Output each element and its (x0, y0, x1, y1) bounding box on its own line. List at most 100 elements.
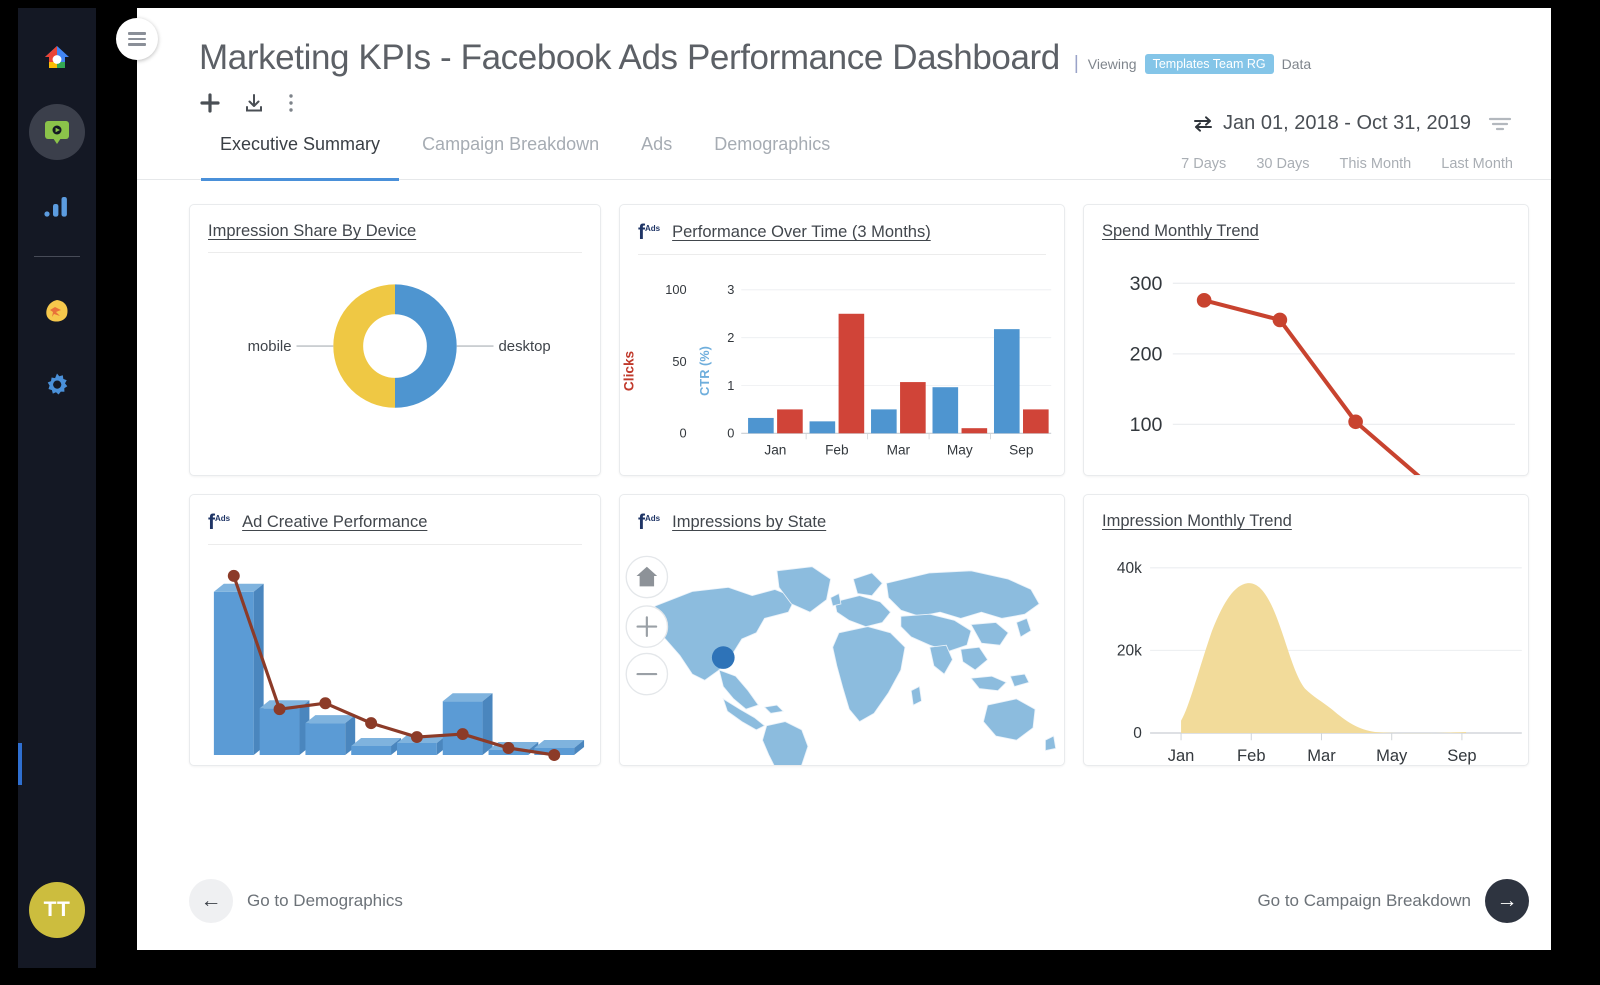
left-sidebar: TT (18, 8, 96, 968)
tab-ads[interactable]: Ads (620, 134, 693, 180)
svg-text:1: 1 (727, 378, 734, 393)
svg-text:50: 50 (672, 354, 686, 369)
card-title[interactable]: Impression Monthly Trend (1102, 512, 1292, 531)
ytick-40k: 40k (1117, 560, 1142, 577)
download-button[interactable] (243, 92, 265, 114)
bar-clicks-jan (777, 409, 803, 434)
card-title[interactable]: Performance Over Time (3 Months) (672, 223, 931, 242)
card-spend-monthly-trend: Spend Monthly Trend 300 200 100 0 (1083, 204, 1529, 476)
card-impression-share-by-device: Impression Share By Device mobile deskto… (189, 204, 601, 476)
axis-title-ctr: CTR (%) (697, 346, 712, 396)
xtick-may: May (947, 443, 973, 458)
preset-this-month[interactable]: This Month (1340, 156, 1412, 172)
go-to-demographics-button[interactable]: ← Go to Demographics (189, 879, 403, 923)
card-title[interactable]: Ad Creative Performance (242, 513, 427, 532)
home-icon (40, 41, 74, 75)
date-range-control: Jan 01, 2018 - Oct 31, 2019 (1192, 112, 1513, 135)
app-root: TT Marketing KPIs - Facebook Ads Perform… (0, 0, 1600, 985)
facebook-ads-icon: fAds (638, 511, 661, 534)
xtick-sep: Sep (1009, 443, 1034, 458)
sidebar-item-home[interactable] (29, 30, 85, 86)
header-actions (199, 92, 1551, 114)
facebook-ads-icon: fAds (638, 221, 661, 244)
tab-executive-summary[interactable]: Executive Summary (199, 134, 401, 181)
xtick-mar: Mar (1307, 746, 1336, 765)
card-performance-over-time: fAds Performance Over Time (3 Months) Cl… (619, 204, 1065, 476)
bar-4 (351, 738, 401, 756)
quick-date-presets: 7 Days 30 Days This Month Last Month (1181, 156, 1513, 172)
main-panel: Marketing KPIs - Facebook Ads Performanc… (137, 8, 1551, 950)
tab-campaign-breakdown[interactable]: Campaign Breakdown (401, 134, 620, 180)
next-page-label: Go to Campaign Breakdown (1257, 891, 1471, 910)
bar-ctr-may (932, 387, 959, 434)
sidebar-item-integrations[interactable] (29, 283, 85, 339)
spend-markers (1196, 293, 1363, 430)
page-title: Marketing KPIs - Facebook Ads Performanc… (199, 38, 1060, 77)
facebook-ads-sup: Ads (645, 224, 661, 233)
facebook-ads-sup: Ads (215, 514, 231, 523)
tab-demographics[interactable]: Demographics (693, 134, 851, 180)
sidebar-toggle-button[interactable] (116, 18, 158, 60)
date-range-button[interactable]: Jan 01, 2018 - Oct 31, 2019 (1192, 112, 1471, 135)
title-row: Marketing KPIs - Facebook Ads Performanc… (199, 38, 1551, 78)
compare-arrows-icon (1192, 115, 1214, 133)
map-zoom-out-button (625, 652, 669, 696)
bar-ctr-feb (809, 421, 836, 434)
hamburger-icon (128, 29, 146, 49)
sidebar-item-reports[interactable] (29, 104, 85, 160)
preset-7-days[interactable]: 7 Days (1181, 156, 1226, 172)
ytick-0: 0 (1133, 725, 1142, 742)
add-widget-button[interactable] (199, 92, 221, 114)
map-home-button (625, 555, 669, 599)
xtick-jan: Jan (1168, 746, 1195, 765)
reports-icon (41, 116, 73, 148)
bar-ctr-jan (748, 417, 774, 434)
card-header: fAds Performance Over Time (3 Months) (620, 205, 1064, 254)
sidebar-selection-indicator (18, 743, 22, 785)
filter-icon[interactable] (1487, 113, 1513, 135)
avatar[interactable]: TT (29, 882, 85, 938)
card-header: Impression Share By Device (190, 205, 600, 252)
map-marker-united-states (711, 646, 735, 669)
preset-last-month[interactable]: Last Month (1441, 156, 1513, 172)
card-ad-creative-performance: fAds Ad Creative Performance (189, 494, 601, 766)
sidebar-item-settings[interactable] (29, 357, 85, 413)
card-title[interactable]: Impressions by State (672, 513, 826, 532)
integrations-icon (41, 295, 73, 327)
go-to-campaign-breakdown-button[interactable]: Go to Campaign Breakdown → (1257, 879, 1529, 923)
donut-label-mobile: mobile (248, 338, 292, 355)
preset-30-days[interactable]: 30 Days (1256, 156, 1309, 172)
facebook-ads-sup: Ads (645, 514, 661, 523)
more-options-button[interactable] (287, 92, 295, 114)
svg-text:200: 200 (1130, 343, 1163, 365)
arrow-left-icon: ← (189, 879, 233, 923)
bars-3d-group (213, 583, 585, 756)
xtick-sep: Sep (1447, 746, 1476, 765)
bar-1 (213, 583, 264, 756)
svg-text:2: 2 (727, 330, 734, 345)
xtick-feb: Feb (825, 443, 849, 458)
donut-label-desktop: desktop (498, 338, 550, 355)
sidebar-item-analytics[interactable] (29, 178, 85, 234)
bar-clicks-sep (1023, 409, 1049, 434)
card-header: fAds Ad Creative Performance (190, 495, 600, 544)
card-title[interactable]: Spend Monthly Trend (1102, 222, 1259, 241)
xtick-jan: Jan (764, 443, 786, 458)
bar-6 (442, 693, 493, 756)
card-title[interactable]: Impression Share By Device (208, 222, 416, 241)
xtick-may: May (1376, 746, 1408, 765)
svg-text:0: 0 (727, 426, 734, 441)
chart-impression-monthly-trend: 40k 20k 0 Jan Feb Mar May Sep (1084, 542, 1528, 765)
viewing-label: Viewing (1087, 56, 1137, 72)
facebook-ads-icon: fAds (208, 511, 231, 534)
bar-ctr-sep (993, 329, 1020, 434)
viewing-badge[interactable]: Templates Team RG (1144, 54, 1274, 74)
card-header: Impression Monthly Trend (1084, 495, 1528, 542)
viewing-context: | Viewing Templates Team RG Data (1074, 53, 1311, 75)
chart-impression-share-by-device: mobile desktop (190, 253, 600, 475)
xtick-mar: Mar (887, 443, 911, 458)
viewing-divider: | (1073, 53, 1079, 74)
svg-text:0: 0 (679, 426, 686, 441)
bar-ctr-mar (871, 409, 897, 434)
widget-grid: Impression Share By Device mobile deskto… (137, 180, 1551, 766)
